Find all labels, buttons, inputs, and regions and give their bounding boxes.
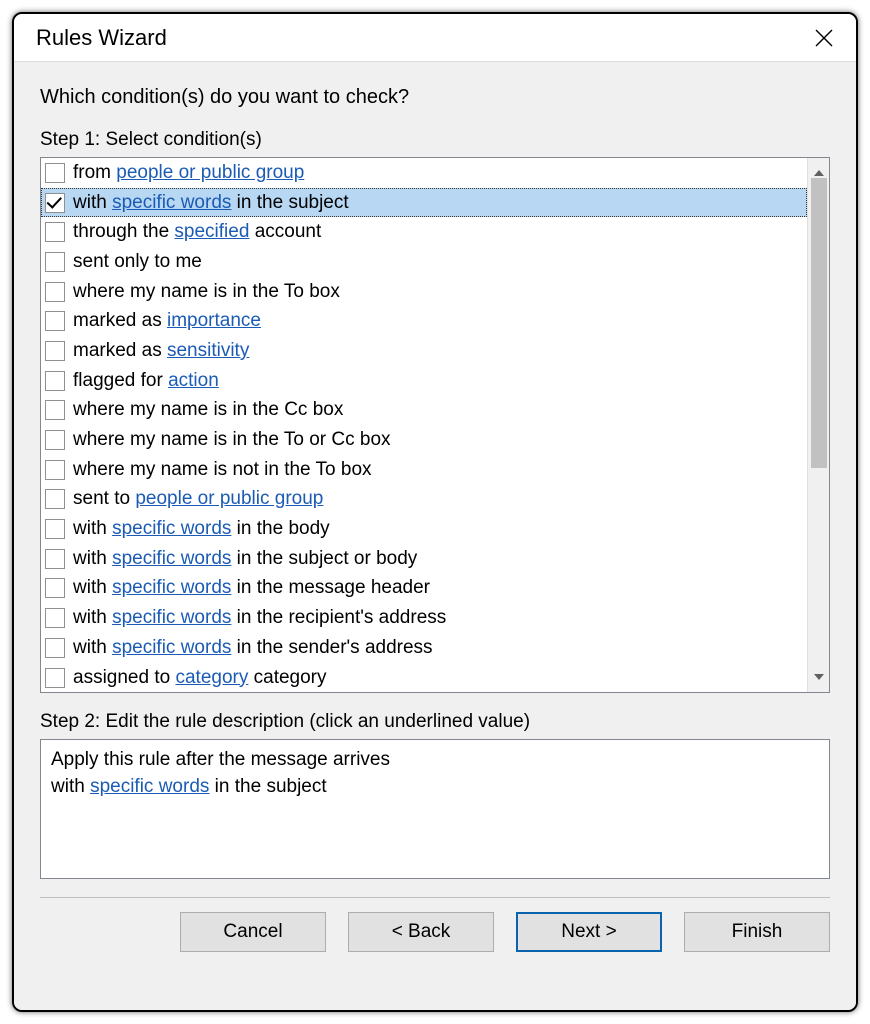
condition-link[interactable]: specified [174, 221, 249, 242]
wizard-question: Which condition(s) do you want to check? [40, 86, 830, 109]
condition-row[interactable]: where my name is in the To or Cc box [41, 425, 807, 455]
condition-label: marked as sensitivity [73, 340, 249, 362]
condition-label: through the specified account [73, 221, 321, 243]
condition-label: where my name is in the Cc box [73, 399, 343, 421]
condition-checkbox[interactable] [45, 341, 65, 361]
condition-row[interactable]: sent only to me [41, 247, 807, 277]
condition-label: from people or public group [73, 162, 304, 184]
condition-link[interactable]: action [168, 370, 219, 391]
condition-label: where my name is in the To or Cc box [73, 429, 391, 451]
condition-checkbox[interactable] [45, 430, 65, 450]
condition-checkbox[interactable] [45, 163, 65, 183]
condition-row[interactable]: with specific words in the recipient's a… [41, 603, 807, 633]
rule-description-line: Apply this rule after the message arrive… [51, 746, 819, 773]
condition-link[interactable]: specific words [112, 192, 231, 213]
condition-row[interactable]: with specific words in the body [41, 514, 807, 544]
condition-checkbox[interactable] [45, 222, 65, 242]
condition-row[interactable]: with specific words in the message heade… [41, 574, 807, 604]
rule-description-box: Apply this rule after the message arrive… [40, 739, 830, 879]
condition-checkbox[interactable] [45, 252, 65, 272]
condition-label: with specific words in the body [73, 518, 330, 540]
condition-checkbox[interactable] [45, 638, 65, 658]
scroll-down-icon[interactable] [808, 668, 829, 686]
scrollbar[interactable] [807, 158, 829, 692]
cancel-button[interactable]: Cancel [180, 912, 326, 952]
condition-row[interactable]: sent to people or public group [41, 485, 807, 515]
close-icon [814, 28, 834, 48]
condition-checkbox[interactable] [45, 282, 65, 302]
condition-label: sent to people or public group [73, 488, 323, 510]
condition-label: with specific words in the recipient's a… [73, 607, 446, 629]
condition-link[interactable]: specific words [112, 577, 231, 598]
condition-checkbox[interactable] [45, 460, 65, 480]
condition-checkbox[interactable] [45, 549, 65, 569]
dialog-body: Which condition(s) do you want to check?… [14, 62, 856, 1010]
condition-row[interactable]: flagged for action [41, 366, 807, 396]
condition-row[interactable]: marked as sensitivity [41, 336, 807, 366]
back-button[interactable]: < Back [348, 912, 494, 952]
condition-row[interactable]: assigned to category category [41, 663, 807, 692]
button-row: Cancel < Back Next > Finish [40, 912, 830, 958]
finish-button[interactable]: Finish [684, 912, 830, 952]
condition-checkbox[interactable] [45, 668, 65, 688]
dialog-title: Rules Wizard [36, 25, 167, 51]
condition-checkbox[interactable] [45, 193, 65, 213]
condition-checkbox[interactable] [45, 311, 65, 331]
condition-row[interactable]: with specific words in the subject or bo… [41, 544, 807, 574]
condition-link[interactable]: sensitivity [167, 340, 249, 361]
next-button[interactable]: Next > [516, 912, 662, 952]
specific-words-link[interactable]: specific words [90, 776, 209, 797]
condition-label: assigned to category category [73, 667, 327, 689]
separator [40, 897, 830, 898]
rules-wizard-dialog: Rules Wizard Which condition(s) do you w… [12, 12, 858, 1012]
condition-label: where my name is not in the To box [73, 459, 372, 481]
condition-label: with specific words in the message heade… [73, 577, 430, 599]
condition-label: with specific words in the subject [73, 192, 349, 214]
condition-row[interactable]: where my name is not in the To box [41, 455, 807, 485]
rule-description-line: with specific words in the subject [51, 773, 819, 800]
condition-link[interactable]: importance [167, 310, 261, 331]
condition-link[interactable]: specific words [112, 637, 231, 658]
condition-label: with specific words in the sender's addr… [73, 637, 433, 659]
condition-row[interactable]: where my name is in the To box [41, 277, 807, 307]
conditions-listbox: from people or public group with specific… [40, 157, 830, 693]
condition-checkbox[interactable] [45, 519, 65, 539]
condition-link[interactable]: category [175, 667, 248, 688]
close-button[interactable] [806, 20, 842, 56]
condition-label: where my name is in the To box [73, 281, 340, 303]
condition-checkbox[interactable] [45, 608, 65, 628]
scroll-thumb[interactable] [811, 178, 827, 468]
condition-row[interactable]: from people or public group [41, 158, 807, 188]
step2-label: Step 2: Edit the rule description (click… [40, 711, 830, 733]
condition-link[interactable]: people or public group [116, 162, 304, 183]
condition-row[interactable]: with specific words in the sender's addr… [41, 633, 807, 663]
condition-row[interactable]: where my name is in the Cc box [41, 396, 807, 426]
condition-label: marked as importance [73, 310, 261, 332]
condition-checkbox[interactable] [45, 400, 65, 420]
condition-checkbox[interactable] [45, 371, 65, 391]
condition-label: flagged for action [73, 370, 219, 392]
condition-link[interactable]: specific words [112, 548, 231, 569]
title-bar: Rules Wizard [14, 14, 856, 62]
condition-label: sent only to me [73, 251, 202, 273]
condition-link[interactable]: specific words [112, 607, 231, 628]
step1-label: Step 1: Select condition(s) [40, 129, 830, 151]
condition-row[interactable]: with specific words in the subject [41, 188, 807, 218]
condition-row[interactable]: marked as importance [41, 306, 807, 336]
condition-label: with specific words in the subject or bo… [73, 548, 417, 570]
conditions-list[interactable]: from people or public group with specific… [41, 158, 807, 692]
condition-row[interactable]: through the specified account [41, 217, 807, 247]
condition-checkbox[interactable] [45, 578, 65, 598]
condition-link[interactable]: specific words [112, 518, 231, 539]
condition-checkbox[interactable] [45, 489, 65, 509]
condition-link[interactable]: people or public group [135, 488, 323, 509]
